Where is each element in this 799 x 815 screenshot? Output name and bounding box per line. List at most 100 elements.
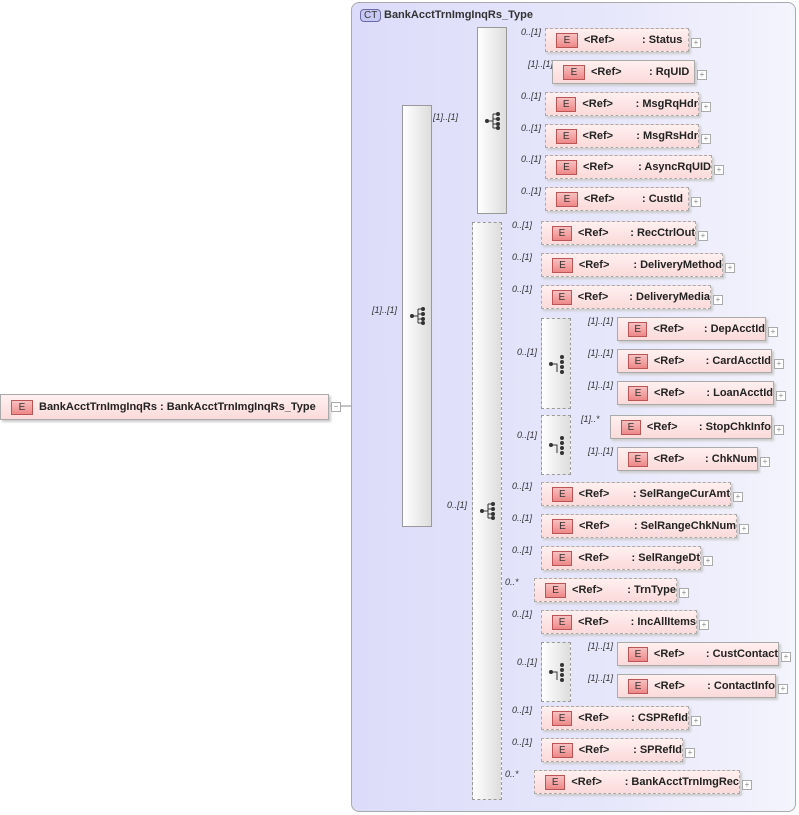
- expand-icon[interactable]: +: [733, 492, 743, 502]
- element-ref[interactable]: E <Ref>: RecCtrlOut: [541, 221, 696, 245]
- ref-label: <Ref>: [654, 680, 685, 692]
- element-ref[interactable]: E <Ref>: DepAcctId: [617, 317, 766, 341]
- element-ref[interactable]: E <Ref>: AsyncRqUID: [545, 155, 712, 179]
- element-ref[interactable]: E <Ref>: Status: [545, 28, 689, 52]
- expand-icon[interactable]: +: [760, 457, 770, 467]
- element-icon: E: [545, 582, 567, 598]
- multiplicity-label: 0..[1]: [512, 705, 533, 715]
- element-ref[interactable]: E <Ref>: IncAllItems: [541, 610, 697, 634]
- element-ref[interactable]: E <Ref>: CardAcctId: [617, 349, 772, 373]
- expand-icon[interactable]: +: [725, 263, 735, 273]
- element-ref[interactable]: E <Ref>: CustContact: [617, 642, 779, 666]
- element-icon: E: [552, 225, 572, 241]
- element-icon: E: [628, 451, 648, 467]
- expand-icon[interactable]: +: [697, 70, 707, 80]
- element-ref[interactable]: E <Ref> : TrnType: [534, 578, 677, 602]
- expand-icon[interactable]: +: [701, 102, 711, 112]
- ref-label: <Ref>: [653, 453, 685, 465]
- expand-icon[interactable]: +: [739, 524, 749, 534]
- element-name: : CardAcctId: [705, 355, 771, 367]
- ref-label: <Ref>: [578, 259, 610, 271]
- element-ref[interactable]: E <Ref>: LoanAcctId: [617, 381, 774, 405]
- multiplicity-label: 0..[1]: [512, 252, 533, 262]
- ref-label: <Ref>: [578, 616, 609, 628]
- element-name: : MsgRsHdr: [636, 130, 698, 142]
- element-ref[interactable]: E <Ref>: ContactInfo: [617, 674, 776, 698]
- multiplicity-label: [1]..*: [581, 414, 600, 424]
- expand-icon[interactable]: +: [742, 780, 752, 790]
- element-icon: E: [11, 399, 33, 415]
- expand-icon[interactable]: +: [776, 391, 786, 401]
- root-element[interactable]: E BankAcctTrnImgInqRs : BankAcctTrnImgIn…: [0, 394, 329, 420]
- multiplicity-label: 0..[1]: [447, 500, 468, 510]
- sequence-icon: [480, 502, 495, 520]
- ref-label: <Ref>: [578, 744, 610, 756]
- element-icon: E: [552, 614, 573, 630]
- element-ref[interactable]: E <Ref>: SPRefId: [541, 738, 683, 762]
- element-ref[interactable]: E <Ref>: SelRangeChkNum: [541, 514, 737, 538]
- multiplicity-label: 0..*: [505, 577, 519, 587]
- expand-icon[interactable]: +: [703, 556, 713, 566]
- complex-type-title: BankAcctTrnImgInqRs_Type: [384, 9, 533, 21]
- ref-label: <Ref>: [646, 421, 678, 433]
- ref-label: <Ref>: [653, 648, 685, 660]
- multiplicity-label: 0..[1]: [512, 513, 533, 523]
- expand-icon[interactable]: +: [699, 620, 709, 630]
- element-icon: E: [628, 353, 648, 369]
- element-ref[interactable]: E <Ref>: StopChkInfo: [610, 415, 772, 439]
- element-name: : MsgRqHdr: [635, 98, 698, 110]
- ref-label: <Ref>: [578, 488, 610, 500]
- expand-icon[interactable]: +: [701, 134, 711, 144]
- element-ref[interactable]: E <Ref>: DeliveryMethod: [541, 253, 723, 277]
- ref-label: <Ref>: [584, 34, 615, 46]
- multiplicity-label: 0..*: [505, 769, 519, 779]
- element-ref[interactable]: E <Ref>: RqUID: [552, 60, 695, 84]
- element-icon: E: [552, 550, 573, 566]
- element-ref[interactable]: E <Ref>: SelRangeCurAmt: [541, 482, 731, 506]
- choice-icon: [549, 436, 564, 455]
- expand-icon[interactable]: +: [685, 748, 695, 758]
- expand-icon[interactable]: +: [778, 684, 788, 694]
- expand-icon[interactable]: +: [713, 295, 723, 305]
- element-ref[interactable]: E <Ref>: MsgRsHdr: [545, 124, 699, 148]
- multiplicity-label: 0..[1]: [517, 430, 538, 440]
- multiplicity-label: [1]..[1]: [588, 348, 614, 358]
- multiplicity-label: 0..[1]: [521, 27, 542, 37]
- ref-label: <Ref>: [578, 520, 610, 532]
- expand-icon[interactable]: +: [691, 38, 701, 48]
- expand-icon[interactable]: +: [691, 197, 701, 207]
- root-element-name: BankAcctTrnImgInqRs: [39, 401, 157, 413]
- element-icon: E: [552, 289, 572, 305]
- expand-icon[interactable]: +: [714, 165, 724, 175]
- element-icon: E: [552, 257, 573, 273]
- element-name: : SPRefId: [633, 744, 682, 756]
- element-ref[interactable]: E <Ref>: ChkNum: [617, 447, 758, 471]
- sequence-icon: [410, 307, 425, 325]
- expand-icon[interactable]: +: [698, 231, 708, 241]
- element-ref[interactable]: E <Ref>: CSPRefId: [541, 706, 689, 730]
- element-ref[interactable]: E <Ref>: CustId: [545, 187, 689, 211]
- expand-icon[interactable]: +: [774, 425, 784, 435]
- element-ref[interactable]: E <Ref>: BankAcctTrnImgRec: [534, 770, 740, 794]
- ref-label: <Ref>: [578, 227, 609, 239]
- multiplicity-label: 0..[1]: [512, 737, 533, 747]
- ref-label: <Ref>: [578, 712, 609, 724]
- expand-icon[interactable]: −: [331, 402, 341, 412]
- multiplicity-label: [1]..[1]: [528, 59, 554, 69]
- element-name: : SelRangeCurAmt: [632, 488, 730, 500]
- expand-icon[interactable]: +: [691, 716, 701, 726]
- ref-label: <Ref>: [572, 584, 603, 596]
- ref-label: <Ref>: [654, 387, 685, 399]
- expand-icon[interactable]: +: [768, 327, 778, 337]
- multiplicity-label: 0..[1]: [521, 154, 542, 164]
- multiplicity-label: [1]..[1]: [588, 446, 614, 456]
- multiplicity-label: 0..[1]: [512, 545, 533, 555]
- element-ref[interactable]: E <Ref>: SelRangeDt: [541, 546, 701, 570]
- expand-icon[interactable]: +: [781, 652, 791, 662]
- element-ref[interactable]: E <Ref>: DeliveryMedia: [541, 285, 711, 309]
- element-name: : TrnType: [627, 584, 676, 596]
- expand-icon[interactable]: +: [774, 359, 784, 369]
- expand-icon[interactable]: +: [679, 588, 689, 598]
- element-ref[interactable]: E <Ref>: MsgRqHdr: [545, 92, 699, 116]
- element-icon: E: [556, 159, 577, 175]
